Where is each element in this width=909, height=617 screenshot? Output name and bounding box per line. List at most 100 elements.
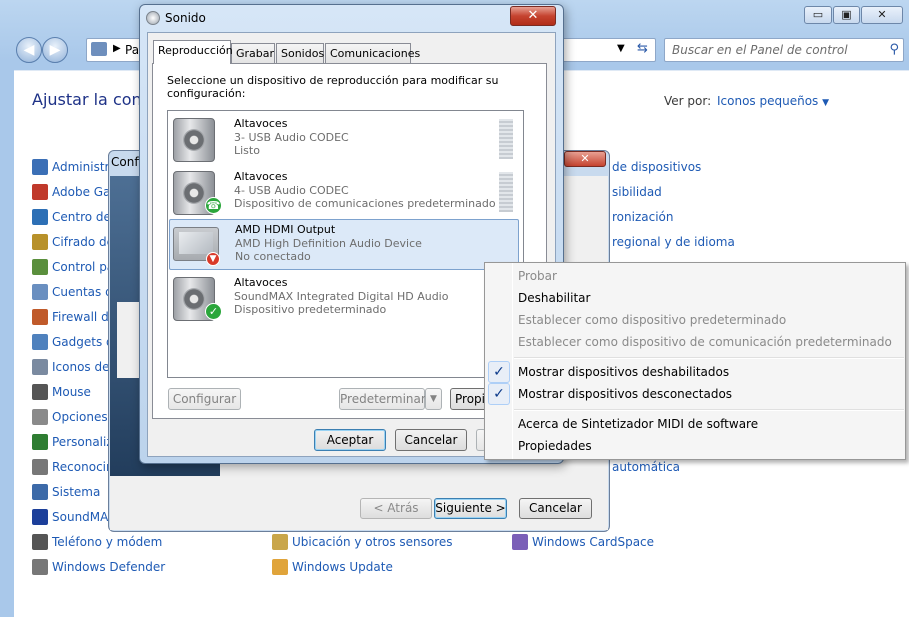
device-item[interactable]: ✓ Altavoces SoundMAX Integrated Digital … [169,273,519,324]
windows-update-icon [272,559,288,575]
tab-playback[interactable]: Reproducción [153,40,233,64]
dialog-title: Sonido [165,11,206,25]
cp-item-left[interactable]: Teléfono y módem [32,533,162,551]
menu-item-disable[interactable]: Deshabilitar [518,287,590,309]
search-icon[interactable]: ⚲ [889,39,899,61]
cp-item-label: SoundMAX [52,510,117,524]
device-status: No conectado [235,250,311,263]
menu-item-show-disconnected[interactable]: Mostrar dispositivos desconectados [518,383,732,405]
menu-item-properties[interactable]: Propiedades [518,435,592,457]
cp-item-left[interactable]: Personaliza [32,433,120,451]
device-driver: 3- USB Audio CODEC [234,131,349,144]
cp-item-icon [32,259,48,275]
device-item[interactable]: Altavoces 3- USB Audio CODEC Listo [169,114,519,165]
instruction-text: Seleccione un dispositivo de reproducció… [167,74,499,100]
cp-item-icon [32,209,48,225]
cp-item-left[interactable]: Mouse [32,383,91,401]
cp-item-label: Windows CardSpace [532,535,655,549]
forward-arrow-icon[interactable]: ▶ [42,37,68,63]
refresh-icon[interactable]: ⇆ [637,41,648,56]
device-status: Dispositivo de comunicaciones predetermi… [234,197,496,210]
address-dropdown-icon[interactable]: ▼ [617,43,625,54]
cp-item-label: Windows Defender [52,560,166,574]
wizard-cancel-button[interactable]: Cancelar [519,498,592,519]
cp-item-label: Firewall de [52,310,117,324]
next-button[interactable]: Siguiente > [434,498,507,519]
cp-item-label: Mouse [52,385,91,399]
checkmark-icon: ✓ [488,383,510,405]
wizard-close-button[interactable]: ✕ [564,151,606,167]
back-arrow-icon[interactable]: ◀ [16,37,42,63]
menu-item-set-default[interactable]: Establecer como dispositivo predetermina… [518,309,786,331]
cp-item-accessibility[interactable]: sibilidad [612,183,662,201]
configure-button[interactable]: Configurar [168,388,241,410]
menu-item-show-disabled[interactable]: Mostrar dispositivos deshabilitados [518,361,729,383]
device-driver: SoundMAX Integrated Digital HD Audio [234,290,449,303]
device-status: Dispositivo predeterminado [234,303,387,316]
cp-item-icon [32,559,48,575]
minimize-button[interactable]: ▭ [804,6,832,24]
cp-item-label: ronización [612,210,674,224]
cp-item-left[interactable]: Control pa [32,258,114,276]
set-default-button[interactable]: Predeterminar [339,388,426,410]
ok-button[interactable]: Aceptar [314,429,386,451]
close-window-button[interactable]: ✕ [861,6,903,24]
cp-item-windows-update[interactable]: Windows Update [272,558,393,576]
device-name: AMD HDMI Output [235,223,336,236]
cp-item-location-sensors[interactable]: Ubicación y otros sensores [272,533,453,551]
tab-sounds[interactable]: Sonidos [276,43,324,63]
nav-buttons: ◀ ▶ [16,37,76,63]
cp-item-left[interactable]: Cifrado de [32,233,114,251]
set-default-dropdown-icon[interactable]: ▼ [425,388,442,410]
cp-item-label: Teléfono y módem [52,535,163,549]
cp-item-icon [32,184,48,200]
maximize-button[interactable]: ▣ [833,6,860,24]
cp-item-devices[interactable]: de dispositivos [612,158,701,176]
tab-recording[interactable]: Grabar [231,43,275,63]
cp-item-left[interactable]: Administra [32,158,117,176]
cp-item-autoplay[interactable]: automática [612,458,680,476]
tab-communications[interactable]: Comunicaciones [325,43,420,63]
device-driver: 4- USB Audio CODEC [234,184,349,197]
cp-item-left[interactable]: Windows Defender [32,558,165,576]
device-item-selected[interactable]: ▼ AMD HDMI Output AMD High Definition Au… [169,219,519,270]
cp-item-left[interactable]: Centro de [32,208,111,226]
cp-item-left[interactable]: SoundMAX [32,508,117,526]
menu-gutter [512,263,513,459]
dialog-close-button[interactable]: ✕ [510,6,556,26]
device-item[interactable]: ☎ Altavoces 4- USB Audio CODEC Dispositi… [169,167,519,218]
default-check-icon: ✓ [205,303,222,320]
view-by-dropdown[interactable]: Iconos pequeños ▼ [717,94,829,108]
back-button[interactable]: < Atrás [360,498,432,519]
cp-item-left[interactable]: Iconos del [32,358,113,376]
volume-meter [499,172,513,212]
cp-item-left[interactable]: Firewall de [32,308,116,326]
search-placeholder: Buscar en el Panel de control [672,43,848,57]
menu-separator [514,357,904,359]
cp-item-icon [32,484,48,500]
cp-item-region[interactable]: regional y de idioma [612,233,735,251]
search-input[interactable]: Buscar en el Panel de control ⚲ [664,38,904,62]
menu-item-about-midi[interactable]: Acerca de Sintetizador MIDI de software [518,413,758,435]
cp-item-icon [32,409,48,425]
cp-item-icon [32,534,48,550]
cp-item-icon [32,334,48,350]
menu-item-set-default-comm[interactable]: Establecer como dispositivo de comunicac… [518,331,892,353]
sensor-icon [272,534,288,550]
menu-item-test[interactable]: Probar [518,265,557,287]
view-by-label: Ver por: [664,94,712,108]
cp-item-icon [32,384,48,400]
cp-item-cardspace[interactable]: Windows CardSpace [512,533,654,551]
cancel-button[interactable]: Cancelar [395,429,467,451]
cp-item-label: Centro de [52,210,111,224]
device-name: Altavoces [234,276,288,289]
cp-item-left[interactable]: Opciones d [32,408,119,426]
cp-item-label: Windows Update [292,560,393,574]
cp-item-left[interactable]: Adobe Gar [32,183,115,201]
device-list[interactable]: Altavoces 3- USB Audio CODEC Listo ☎ Alt… [167,110,524,378]
cp-item-sync[interactable]: ronización [612,208,673,226]
wizard-title: Confi [111,155,142,169]
cp-item-left[interactable]: Reconocin [32,458,114,476]
cp-item-left[interactable]: Sistema [32,483,100,501]
cp-item-left[interactable]: Cuentas de [32,283,120,301]
